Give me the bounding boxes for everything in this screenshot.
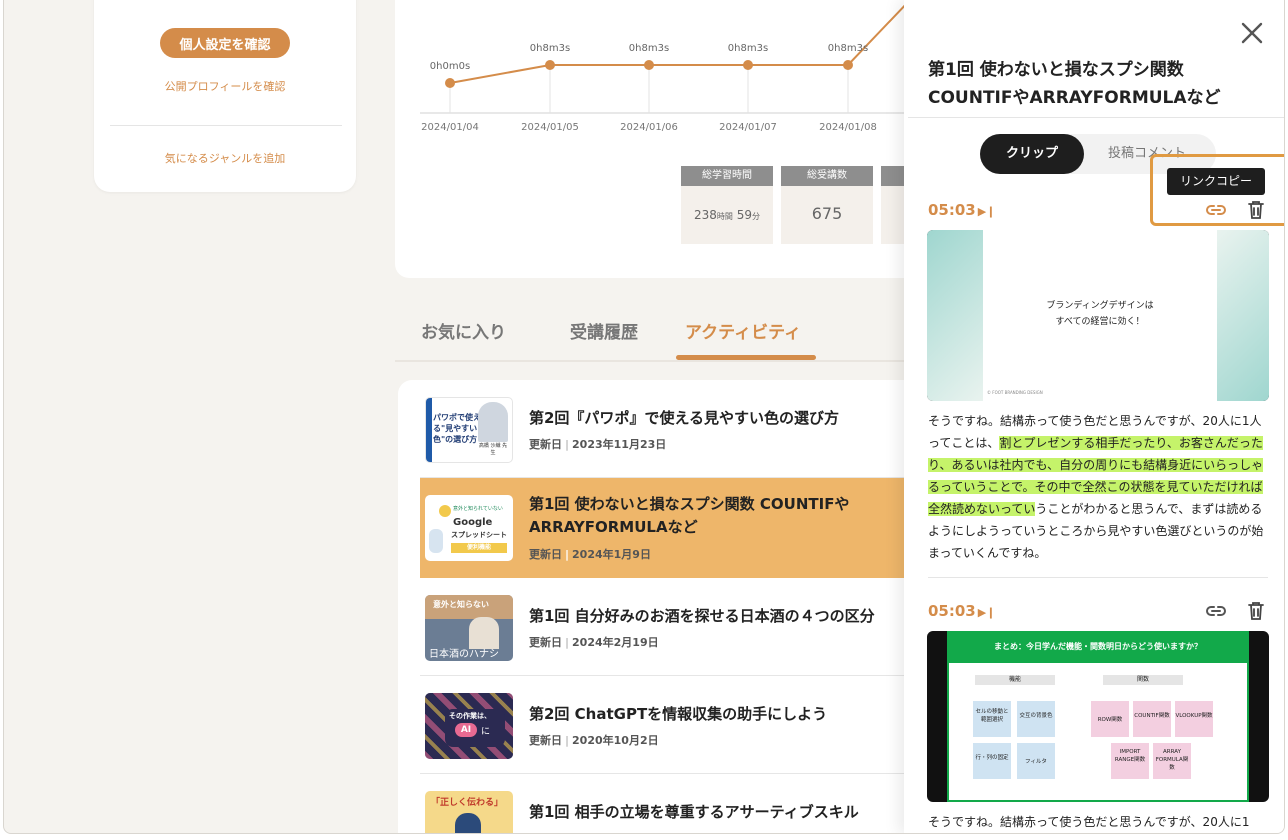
clip-transcript: そうですね。結構赤って使う色だと思うんですが、20人に1 (928, 815, 1250, 829)
app-frame: 個人設定を確認 公開プロフィールを確認 気になるジャンルを追加 0h0m0s 20… (3, 0, 1285, 834)
chart-x-tick: 2024/01/08 (819, 122, 877, 133)
close-icon[interactable] (1239, 20, 1265, 46)
link-icon[interactable] (1204, 599, 1228, 623)
chart-x-tick: 2024/01/04 (421, 122, 479, 133)
list-item[interactable]: パワポで使える"見やすい色"の選び方 高橋 沙織 先生 第2回『パワポ』で使える… (420, 380, 928, 478)
course-title: 第2回『パワポ』で使える見やすい色の選び方 (529, 409, 839, 427)
chart-point (644, 60, 654, 70)
course-title: 第2回 ChatGPTを情報収集の助手にしよう (529, 705, 828, 723)
chart-point (445, 78, 455, 88)
chart-series-line (449, 0, 911, 84)
course-title: 第1回 使わないと損なスプシ関数 COUNTIFや ARRAYFORMULAなど (529, 495, 850, 536)
active-tab-indicator (676, 355, 816, 360)
stat-total-time: 総学習時間 238時間 59分 (681, 166, 773, 244)
chart-data-label: 0h8m3s (629, 43, 669, 54)
course-thumbnail: 「正しく伝わる」 (425, 791, 513, 833)
course-title: 第1回 相手の立場を尊重するアサーティブスキル (529, 803, 859, 821)
link-copy-tooltip: リンクコピー (1167, 168, 1265, 195)
tab-activity[interactable]: アクティビティ (685, 318, 801, 343)
stat-label: 総学習時間 (681, 166, 773, 186)
list-item[interactable]: 意外と知らない 日本酒のハナシ 第1回 自分好みのお酒を探せる日本酒の４つの区分… (420, 578, 928, 676)
stat-total-courses: 総受講数 675 (781, 166, 873, 244)
course-thumbnail: 意外と知らない 日本酒のハナシ (425, 595, 513, 661)
course-thumbnail: その作業は、 AI に (425, 693, 513, 759)
panel-title: 第1回 使わないと損なスプシ関数 COUNTIFやARRAYFORMULAなど (928, 60, 1221, 108)
course-date: 更新日 | 2023年11月23日 (529, 438, 667, 451)
chart-data-label: 0h0m0s (430, 61, 470, 72)
add-genre-link[interactable]: 気になるジャンルを追加 (94, 150, 356, 166)
link-icon[interactable] (1204, 198, 1228, 222)
card-divider (110, 125, 342, 126)
stat-value: 675 (811, 204, 843, 223)
chart-data-label: 0h8m3s (828, 43, 868, 54)
learning-chart-card: 0h0m0s 2024/01/04 0h8m3s 2024/01/05 0h8m3s 20… (395, 0, 973, 278)
list-item[interactable]: その作業は、 AI に 第2回 ChatGPTを情報収集の助手にしよう 更新日 |… (420, 676, 928, 774)
tab-history[interactable]: 受講履歴 (570, 318, 638, 343)
chart-point (843, 60, 853, 70)
course-date: 更新日 | 2024年1月9日 (529, 548, 651, 561)
course-date: 更新日 | 2020年10月2日 (529, 734, 659, 747)
chart-point (743, 60, 753, 70)
chart-point (545, 60, 555, 70)
clip-panel: 第1回 使わないと損なスプシ関数 COUNTIFやARRAYFORMULAなど … (904, 0, 1284, 833)
clip-timestamp[interactable]: 05:03 ▶❙ (928, 602, 995, 620)
clip-slide-thumbnail[interactable]: まとめ：今日学んだ機能・関数明日からどう使いますか？ 機能 関数 セルの移動と範… (927, 631, 1269, 802)
clip-divider (928, 577, 1268, 578)
course-title: 第1回 自分好みのお酒を探せる日本酒の４つの区分 (529, 607, 875, 625)
personal-settings-button[interactable]: 個人設定を確認 (160, 28, 290, 58)
trash-icon[interactable] (1244, 198, 1268, 222)
chart-x-tick: 2024/01/07 (719, 122, 777, 133)
course-thumbnail: 意外と知られていない Google スプレッドシート 便利機能 (425, 495, 513, 561)
list-item[interactable]: 「正しく伝わる」 第1回 相手の立場を尊重するアサーティブスキル (420, 774, 928, 833)
panel-divider (908, 117, 1284, 118)
course-date: 更新日 | 2024年2月19日 (529, 636, 659, 649)
tab-favorites[interactable]: お気に入り (421, 318, 506, 343)
course-thumbnail: パワポで使える"見やすい色"の選び方 高橋 沙織 先生 (425, 397, 513, 463)
chart-data-label: 0h8m3s (728, 43, 768, 54)
stat-label: 総受講数 (781, 166, 873, 186)
public-profile-link[interactable]: 公開プロフィールを確認 (94, 78, 356, 94)
chart-data-label: 0h8m3s (530, 43, 570, 54)
list-item-active[interactable]: 意外と知られていない Google スプレッドシート 便利機能 第1回 使わない… (420, 478, 928, 578)
chart-x-tick: 2024/01/05 (521, 122, 579, 133)
stat-value: 238時間 59分 (693, 208, 760, 222)
clip-transcript: そうですね。結構赤って使う色だと思うんですが、20人に1人ってことは、割とプレゼ… (928, 414, 1264, 560)
activity-list: パワポで使える"見やすい色"の選び方 高橋 沙織 先生 第2回『パワポ』で使える… (398, 380, 928, 833)
trash-icon[interactable] (1244, 599, 1268, 623)
profile-card: 個人設定を確認 公開プロフィールを確認 気になるジャンルを追加 (94, 0, 356, 192)
toggle-clip[interactable]: クリップ (980, 134, 1084, 174)
learning-time-chart: 0h0m0s 2024/01/04 0h8m3s 2024/01/05 0h8m3s 20… (420, 0, 935, 133)
chart-x-tick: 2024/01/06 (620, 122, 678, 133)
clip-timestamp[interactable]: 05:03 ▶❙ (928, 201, 995, 219)
mypage-tabs: お気に入り 受講履歴 アクティビティ (395, 300, 935, 362)
clip-slide-thumbnail[interactable]: ブランディングデザインは すべての経営に効く！ © FOOT BRANDING … (927, 230, 1269, 401)
